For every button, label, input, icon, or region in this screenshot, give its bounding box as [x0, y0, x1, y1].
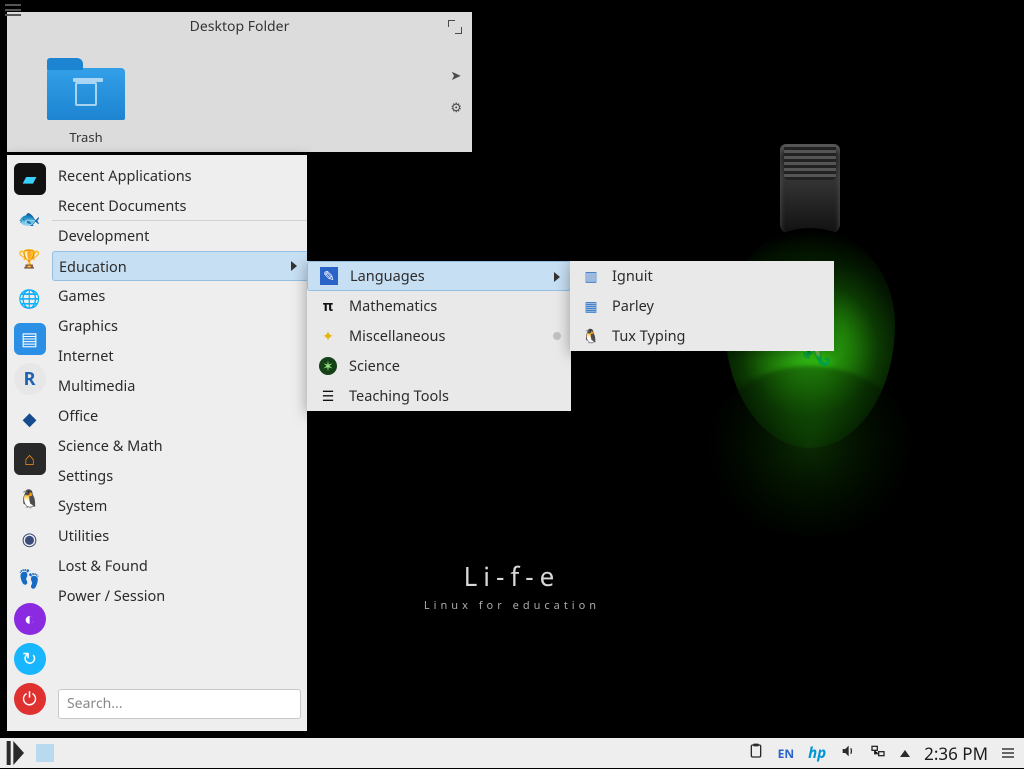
widget-side-controls: ➤ ⚙ [450, 66, 462, 116]
widget-settings-icon[interactable]: ⚙ [450, 98, 462, 116]
menu-cat-office[interactable]: Office [52, 401, 307, 431]
chevron-right-icon [291, 261, 297, 271]
hp-tray-icon[interactable]: hp [808, 743, 826, 763]
widget-run-icon[interactable]: ➤ [450, 66, 462, 84]
submenu-indicator-icon [553, 332, 561, 340]
taskbar-menu-icon[interactable] [1002, 748, 1014, 758]
menu-cat-system[interactable]: System [52, 491, 307, 521]
clipboard-tray-icon[interactable] [748, 743, 764, 763]
fav-icon-trophy[interactable]: 🏆 [14, 243, 46, 275]
misc-icon: ✦ [319, 327, 337, 345]
fav-icon-logout[interactable]: ↻ [14, 643, 46, 675]
pi-icon: π [319, 297, 337, 315]
tux-icon: 🐧 [582, 327, 600, 345]
kde-logo-icon [0, 737, 32, 769]
kde-launcher-button[interactable] [0, 738, 32, 768]
menu-cat-education[interactable]: Education [52, 251, 307, 281]
keyboard-layout-indicator[interactable]: EN [778, 745, 794, 762]
submenu-item-label: Science [349, 356, 400, 376]
submenu-item-languages[interactable]: ✎ Languages [307, 261, 571, 291]
fav-icon-browser[interactable]: 🌐 [14, 283, 46, 315]
fav-icon-r[interactable]: R [14, 363, 46, 395]
trash-folder[interactable]: Trash [47, 68, 125, 146]
fav-icon-notes[interactable]: ▤ [14, 323, 46, 355]
submenu-item-science[interactable]: ✶ Science [307, 351, 571, 381]
submenu-languages: ▥ Ignuit ▦ Parley 🐧 Tux Typing [570, 261, 834, 351]
wallpaper-subtitle: Linux for education [424, 598, 600, 613]
network-tray-icon[interactable] [870, 743, 886, 763]
submenu-item-label: Miscellaneous [349, 326, 445, 346]
wallpaper-text: Li-f-e Linux for education [424, 558, 600, 613]
fav-icon-panel[interactable]: ▰ [14, 163, 46, 195]
parley-icon: ▦ [582, 297, 600, 315]
tray-expand-icon[interactable] [900, 750, 910, 757]
science-icon: ✶ [319, 357, 337, 375]
submenu-item-label: Teaching Tools [349, 386, 449, 406]
desktop-folder-title: Desktop Folder [7, 12, 472, 42]
submenu-item-label: Languages [350, 266, 425, 286]
trash-label: Trash [47, 128, 125, 146]
wallpaper-bulb: 🦎 [700, 140, 920, 620]
submenu-item-mathematics[interactable]: π Mathematics [307, 291, 571, 321]
fav-icon-tux[interactable]: 🐧 [14, 483, 46, 515]
languages-icon: ✎ [320, 267, 338, 285]
submenu-item-ignuit[interactable]: ▥ Ignuit [570, 261, 834, 291]
search-input[interactable]: Search... [58, 689, 301, 719]
submenu-education: ✎ Languages π Mathematics ✦ Miscellaneou… [307, 261, 571, 411]
menu-recent-documents[interactable]: Recent Documents [52, 191, 307, 221]
menu-cat-education-label: Education [59, 257, 127, 277]
submenu-item-label: Mathematics [349, 296, 437, 316]
submenu-item-label: Ignuit [612, 266, 653, 286]
desktop-folder-widget[interactable]: Desktop Folder ➤ ⚙ Trash [7, 12, 472, 152]
fullscreen-icon[interactable] [448, 20, 462, 34]
category-list: Recent Applications Recent Documents Dev… [52, 155, 307, 731]
list-icon: ☰ [319, 387, 337, 405]
submenu-item-parley[interactable]: ▦ Parley [570, 291, 834, 321]
menu-recent-applications[interactable]: Recent Applications [52, 161, 307, 191]
application-menu: ▰ 🐟 🏆 🌐 ▤ R ◆ ⌂ 🐧 ◉ 👣 ◐ ↻ ⏻ Recent Appli… [7, 155, 307, 731]
menu-cat-games[interactable]: Games [52, 281, 307, 311]
menu-cat-lost-found[interactable]: Lost & Found [52, 551, 307, 581]
menu-cat-power-session[interactable]: Power / Session [52, 581, 307, 611]
volume-tray-icon[interactable] [840, 743, 856, 763]
trash-icon [47, 68, 125, 120]
submenu-item-label: Parley [612, 296, 654, 316]
menu-cat-utilities[interactable]: Utilities [52, 521, 307, 551]
fav-icon-power[interactable]: ⏻ [14, 683, 46, 715]
taskbar: EN hp 2:36 PM [0, 738, 1024, 768]
fav-icon-activity[interactable]: ◐ [14, 603, 46, 635]
wallpaper-title: Li-f-e [424, 558, 600, 594]
submenu-item-teaching-tools[interactable]: ☰ Teaching Tools [307, 381, 571, 411]
fav-icon-gnome[interactable]: 👣 [14, 563, 46, 595]
taskbar-clock[interactable]: 2:36 PM [924, 742, 988, 765]
menu-cat-development[interactable]: Development [52, 221, 307, 251]
menu-cat-internet[interactable]: Internet [52, 341, 307, 371]
fav-icon-sphere[interactable]: ◉ [14, 523, 46, 555]
fav-icon-diamond[interactable]: ◆ [14, 403, 46, 435]
submenu-item-label: Tux Typing [612, 326, 685, 346]
cards-icon: ▥ [582, 267, 600, 285]
favorites-column: ▰ 🐟 🏆 🌐 ▤ R ◆ ⌂ 🐧 ◉ 👣 ◐ ↻ ⏻ [7, 155, 52, 731]
submenu-item-miscellaneous[interactable]: ✦ Miscellaneous [307, 321, 571, 351]
chevron-right-icon [554, 272, 560, 282]
menu-cat-settings[interactable]: Settings [52, 461, 307, 491]
submenu-item-tux-typing[interactable]: 🐧 Tux Typing [570, 321, 834, 351]
fav-icon-home[interactable]: ⌂ [14, 443, 46, 475]
menu-cat-graphics[interactable]: Graphics [52, 311, 307, 341]
menu-cat-science-math[interactable]: Science & Math [52, 431, 307, 461]
taskbar-pager[interactable] [36, 744, 54, 762]
menu-cat-multimedia[interactable]: Multimedia [52, 371, 307, 401]
fav-icon-bluefish[interactable]: 🐟 [14, 203, 46, 235]
